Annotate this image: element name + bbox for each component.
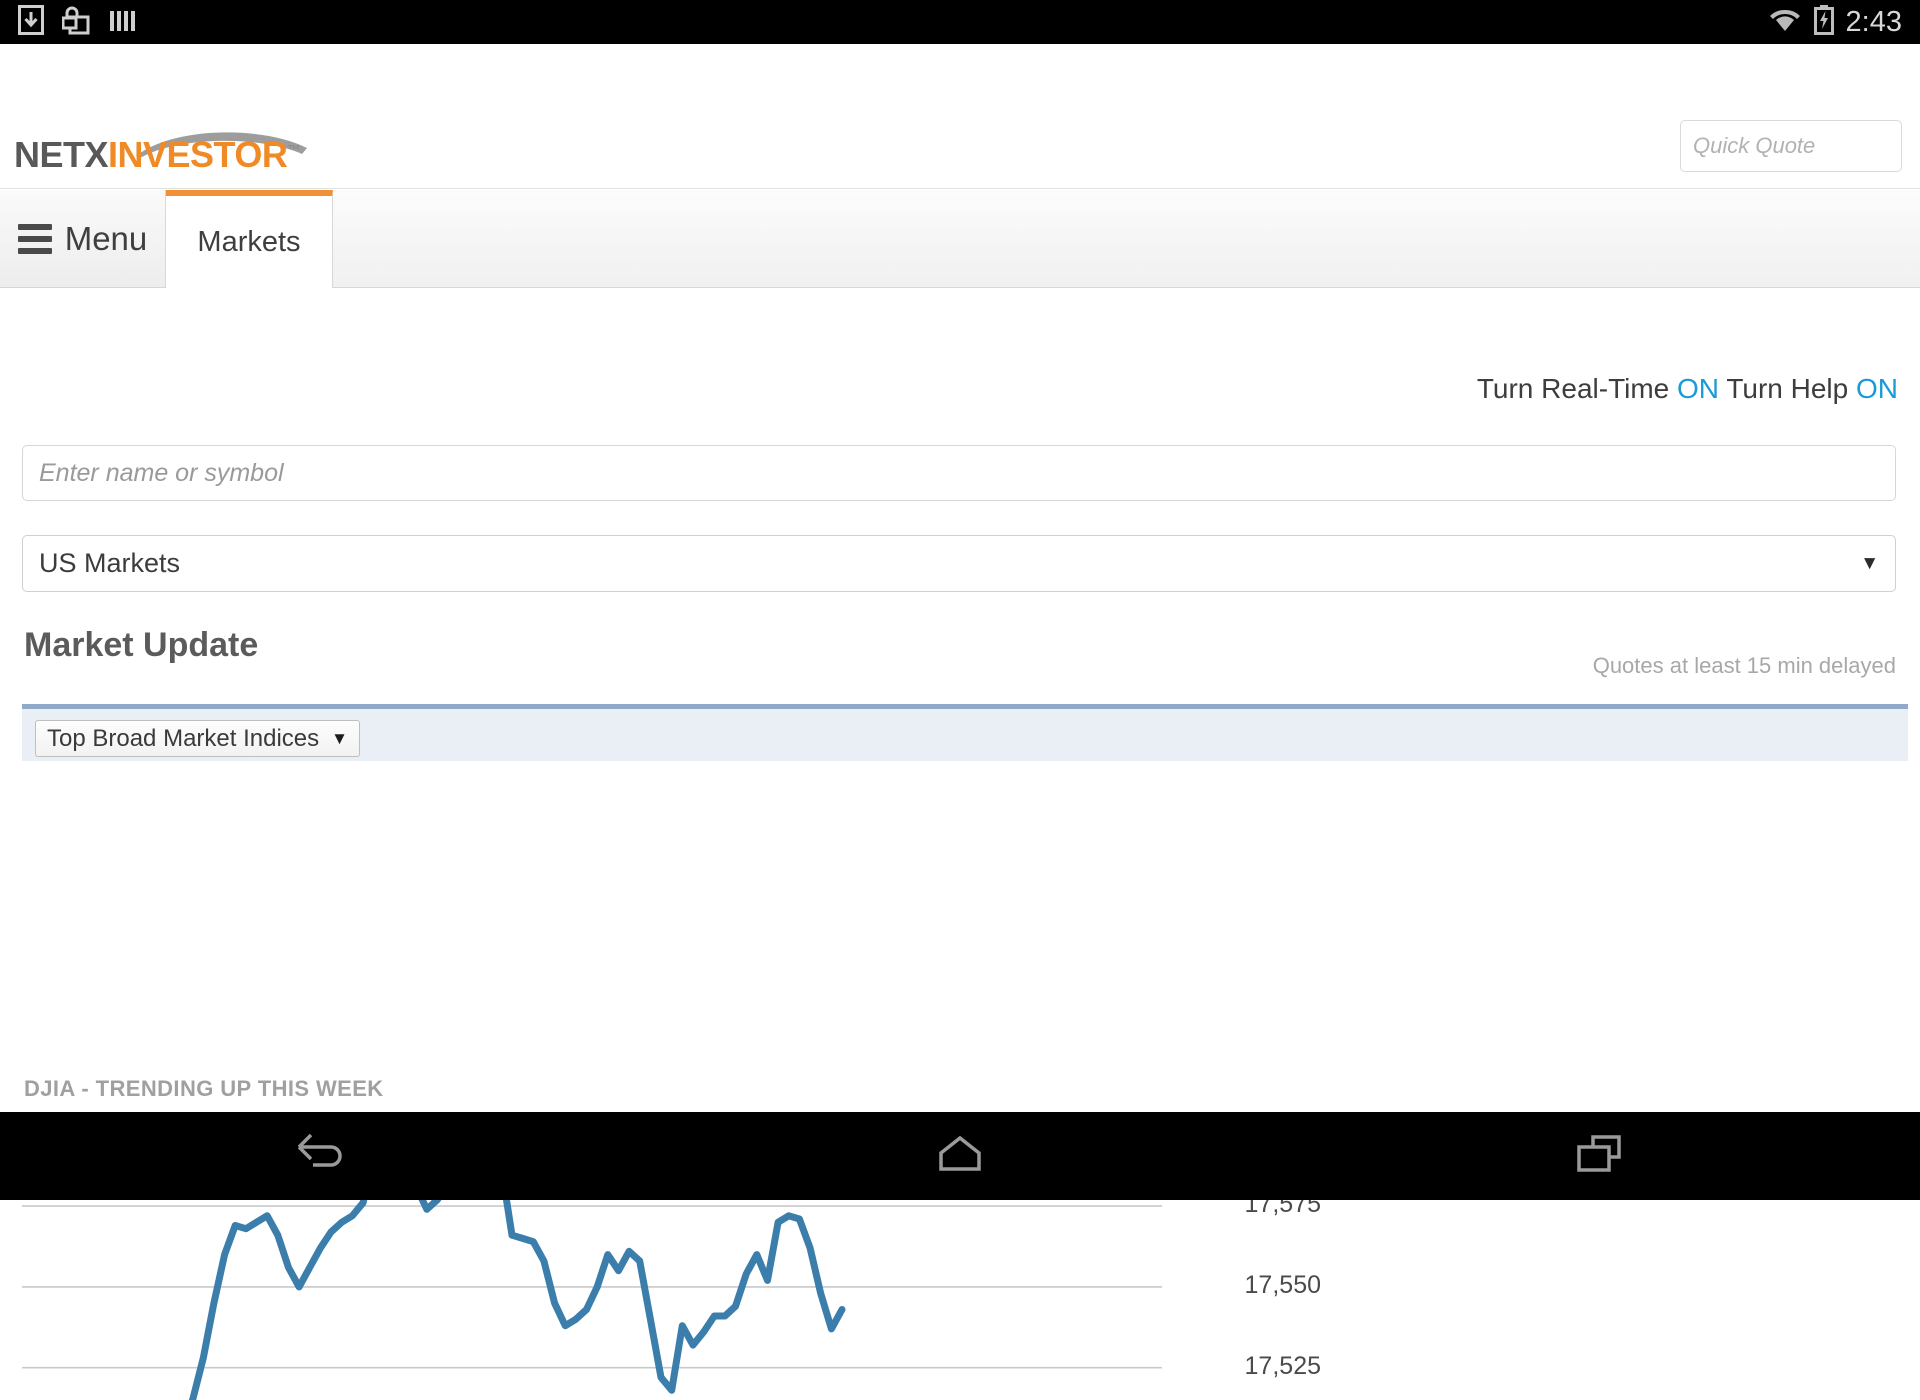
logo-trademark: ™: [287, 142, 300, 157]
signal-bars-icon: [108, 5, 136, 40]
tab-markets[interactable]: Markets: [166, 190, 333, 288]
page-title: Market Update: [24, 626, 258, 665]
page-toggles: Turn Real-Time ON Turn Help ON: [1477, 373, 1898, 405]
chevron-down-icon[interactable]: ▼: [331, 729, 348, 749]
menu-button[interactable]: Menu: [0, 190, 166, 287]
android-status-bar: 2:43: [0, 0, 1920, 44]
logo-netx-text: NETX: [14, 134, 108, 175]
status-bar-left-icons: [0, 5, 136, 40]
turn-realtime-toggle[interactable]: Turn Real-Time ON: [1477, 373, 1719, 404]
status-bar-clock: 2:43: [1846, 6, 1902, 39]
recent-apps-button[interactable]: [1540, 1112, 1660, 1200]
wifi-icon: [1768, 7, 1802, 38]
turn-help-label: Turn Help: [1726, 373, 1848, 404]
logo-wordmark: NETXINVESTOR™: [14, 134, 300, 176]
recent-apps-icon[interactable]: [1571, 1131, 1629, 1182]
turn-help-toggle[interactable]: Turn Help ON: [1726, 373, 1898, 404]
tab-bar-empty-area: [334, 190, 1920, 287]
market-region-select-value: US Markets: [39, 548, 180, 579]
hamburger-icon[interactable]: [18, 224, 52, 254]
netx-investor-logo: NETXINVESTOR™: [14, 110, 304, 170]
y-axis-tick-3: 17,525: [1245, 1352, 1321, 1381]
screen-lock-rotation-icon: [62, 5, 90, 40]
home-icon[interactable]: [931, 1131, 989, 1182]
home-button[interactable]: [900, 1112, 1020, 1200]
chevron-down-icon[interactable]: ▼: [1860, 553, 1879, 575]
menu-button-label: Menu: [65, 220, 148, 258]
y-axis-tick-2: 17,550: [1245, 1271, 1321, 1300]
back-icon[interactable]: [291, 1131, 349, 1182]
status-bar-right-icons: 2:43: [1768, 5, 1920, 40]
logo-investor-text: INVESTOR: [108, 134, 287, 175]
tab-bar: Menu Markets: [0, 190, 1920, 288]
download-icon: [18, 5, 44, 40]
quick-quote-input[interactable]: [1693, 133, 1920, 159]
indices-dropdown[interactable]: Top Broad Market Indices ▼: [35, 720, 360, 757]
quote-delay-note: Quotes at least 15 min delayed: [1593, 653, 1896, 679]
main-content: Turn Real-Time ON Turn Help ON US Market…: [0, 288, 1920, 1112]
back-button[interactable]: [260, 1112, 380, 1200]
android-nav-bar: [0, 1112, 1920, 1200]
symbol-search-input[interactable]: [22, 445, 1896, 501]
turn-help-state[interactable]: ON: [1856, 373, 1898, 404]
battery-charging-icon: [1814, 5, 1834, 40]
app-header: NETXINVESTOR™: [0, 44, 1920, 189]
market-update-panel-header: Top Broad Market Indices ▼: [22, 704, 1908, 761]
quick-quote-box[interactable]: [1680, 120, 1902, 172]
tab-markets-label: Markets: [197, 226, 300, 259]
market-region-select[interactable]: US Markets ▼: [22, 535, 1896, 592]
turn-realtime-label: Turn Real-Time: [1477, 373, 1669, 404]
turn-realtime-state[interactable]: ON: [1677, 373, 1719, 404]
indices-dropdown-value: Top Broad Market Indices: [47, 725, 319, 753]
